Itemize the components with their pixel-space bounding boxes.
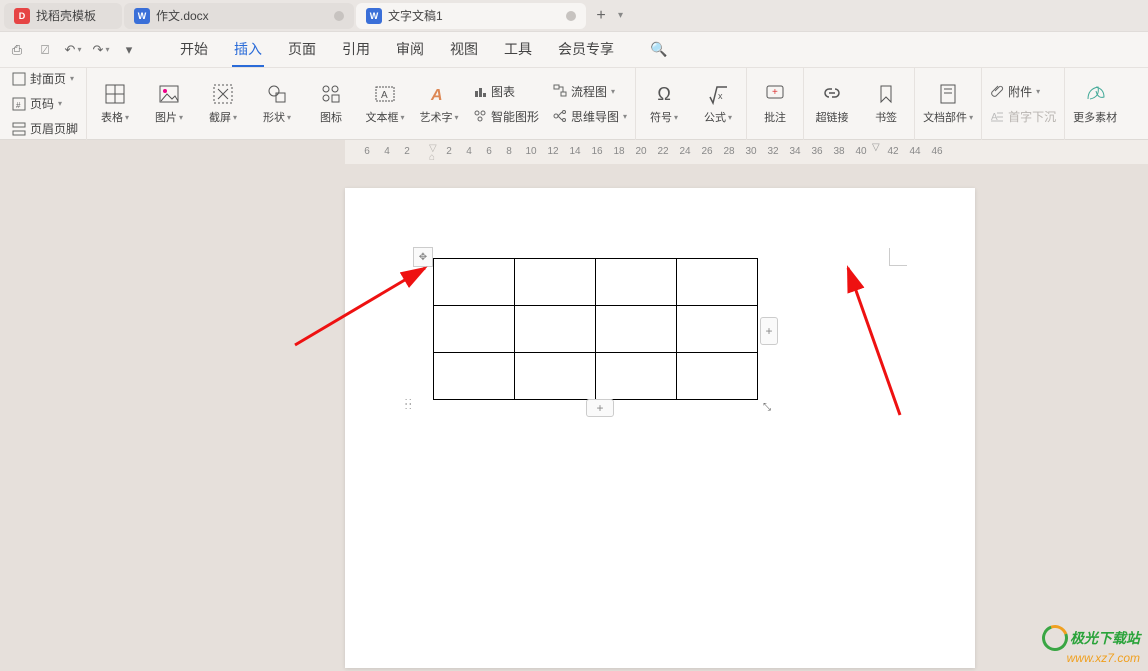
page-number-button[interactable]: #页码▾	[12, 95, 78, 112]
print-button[interactable]: ⎙	[6, 39, 28, 61]
shapes-icon	[265, 82, 289, 106]
link-icon	[820, 82, 844, 106]
watermark: 极光下载站 www.xz7.com	[1042, 625, 1140, 665]
drag-grip-icon[interactable]: ∷∷	[405, 400, 412, 410]
undo-button[interactable]: ↶	[62, 39, 84, 61]
ribbon-insert: 封面页▾ #页码▾ 页眉页脚 表格▾ 图片▾ 截屏▾ 形状▾ 图标 A文本框▾ …	[0, 68, 1148, 140]
icons-icon	[319, 82, 343, 106]
shapes-button[interactable]: 形状▾	[257, 82, 297, 125]
symbol-button[interactable]: Ω符号▾	[644, 82, 684, 125]
customize-qat-button[interactable]: ▾	[118, 39, 140, 61]
menu-vip[interactable]: 会员专享	[556, 33, 616, 67]
table-icon	[103, 82, 127, 106]
menu-page[interactable]: 页面	[286, 33, 318, 67]
right-indent-icon[interactable]: ▽	[872, 142, 880, 153]
sqrt-icon: x	[706, 82, 730, 106]
svg-text:+: +	[772, 87, 778, 98]
unsaved-dot-icon	[334, 11, 344, 21]
wordart-icon: A	[427, 82, 451, 106]
table-resize-handle[interactable]: ⤡	[763, 402, 771, 413]
tab-bar: D 找稻壳模板 W 作文.docx W 文字文稿1 + ▾	[0, 0, 1148, 32]
redo-button[interactable]: ↷	[90, 39, 112, 61]
search-icon[interactable]: 🔍	[650, 41, 667, 58]
cover-page-button[interactable]: 封面页▾	[12, 70, 78, 87]
more-resources-button[interactable]: 更多素材	[1073, 82, 1117, 125]
svg-text:x: x	[718, 91, 723, 101]
tab-label: 作文.docx	[156, 7, 209, 24]
document-page[interactable]: ✥ + + ⤡ ∷∷	[345, 188, 975, 668]
leaf-icon	[1083, 82, 1107, 106]
table-button[interactable]: 表格▾	[95, 82, 135, 125]
wordart-button[interactable]: A艺术字▾	[419, 82, 459, 125]
unsaved-dot-icon	[566, 11, 576, 21]
textbox-button[interactable]: A文本框▾	[365, 82, 405, 125]
chart-button[interactable]: 图表	[473, 83, 539, 100]
docparts-button[interactable]: 文档部件▾	[923, 82, 973, 125]
margin-corner-icon	[889, 248, 907, 266]
tab-template[interactable]: D 找稻壳模板	[4, 3, 122, 29]
add-row-button[interactable]: +	[586, 399, 614, 417]
tab-doc2[interactable]: W 文字文稿1	[356, 3, 586, 29]
menu-home[interactable]: 开始	[178, 33, 210, 67]
menu-view[interactable]: 视图	[448, 33, 480, 67]
icons-button[interactable]: 图标	[311, 82, 351, 125]
svg-text:A: A	[381, 90, 388, 101]
screenshot-button[interactable]: 截屏▾	[203, 82, 243, 125]
picture-icon	[157, 82, 181, 106]
omega-icon: Ω	[652, 82, 676, 106]
table-row[interactable]	[434, 306, 758, 353]
docparts-icon	[936, 82, 960, 106]
menu-review[interactable]: 审阅	[394, 33, 426, 67]
dropcap-button: A首字下沉	[990, 108, 1056, 125]
tab-label: 文字文稿1	[388, 7, 443, 24]
hanging-indent-icon[interactable]: ⌂	[429, 152, 435, 163]
attachment-button[interactable]: 附件▾	[990, 83, 1056, 100]
table-move-handle[interactable]: ✥	[413, 247, 433, 267]
word-icon: W	[366, 8, 382, 24]
svg-text:A: A	[430, 87, 443, 104]
textbox-icon: A	[373, 82, 397, 106]
app-icon: D	[14, 8, 30, 24]
new-tab-button[interactable]: +	[588, 3, 614, 29]
menu-ref[interactable]: 引用	[340, 33, 372, 67]
scissors-icon	[211, 82, 235, 106]
bookmark-button[interactable]: 书签	[866, 82, 906, 125]
table-row[interactable]	[434, 259, 758, 306]
smartart-button[interactable]: 智能图形	[473, 108, 539, 125]
add-column-button[interactable]: +	[760, 317, 778, 345]
inserted-table[interactable]	[433, 258, 758, 400]
horizontal-ruler[interactable]: 6 4 2 ▽ ⌂ 2 4 6 8 10 12 14 16 18 20 22 2…	[345, 140, 1148, 164]
word-icon: W	[134, 8, 150, 24]
svg-text:#: #	[16, 101, 21, 110]
picture-button[interactable]: 图片▾	[149, 82, 189, 125]
document-canvas[interactable]: 6 4 2 ▽ ⌂ 2 4 6 8 10 12 14 16 18 20 22 2…	[0, 140, 1148, 671]
preview-button[interactable]: ⍁	[34, 39, 56, 61]
hyperlink-button[interactable]: 超链接	[812, 82, 852, 125]
menu-insert[interactable]: 插入	[232, 33, 264, 67]
table-row[interactable]	[434, 353, 758, 400]
menu-row: ⎙ ⍁ ↶ ↷ ▾ 开始 插入 页面 引用 审阅 视图 工具 会员专享 🔍	[0, 32, 1148, 68]
header-footer-button[interactable]: 页眉页脚	[12, 120, 78, 137]
mindmap-button[interactable]: 思维导图▾	[553, 108, 627, 125]
tab-doc1[interactable]: W 作文.docx	[124, 3, 354, 29]
flowchart-button[interactable]: 流程图▾	[553, 83, 627, 100]
equation-button[interactable]: x公式▾	[698, 82, 738, 125]
bookmark-icon	[874, 82, 898, 106]
menu-tools[interactable]: 工具	[502, 33, 534, 67]
menu-tabs: 开始 插入 页面 引用 审阅 视图 工具 会员专享	[178, 33, 616, 67]
tab-menu-chevron-icon[interactable]: ▾	[618, 10, 623, 21]
tab-label: 找稻壳模板	[36, 7, 96, 24]
comment-icon: +	[763, 82, 787, 106]
comment-button[interactable]: +批注	[755, 82, 795, 125]
